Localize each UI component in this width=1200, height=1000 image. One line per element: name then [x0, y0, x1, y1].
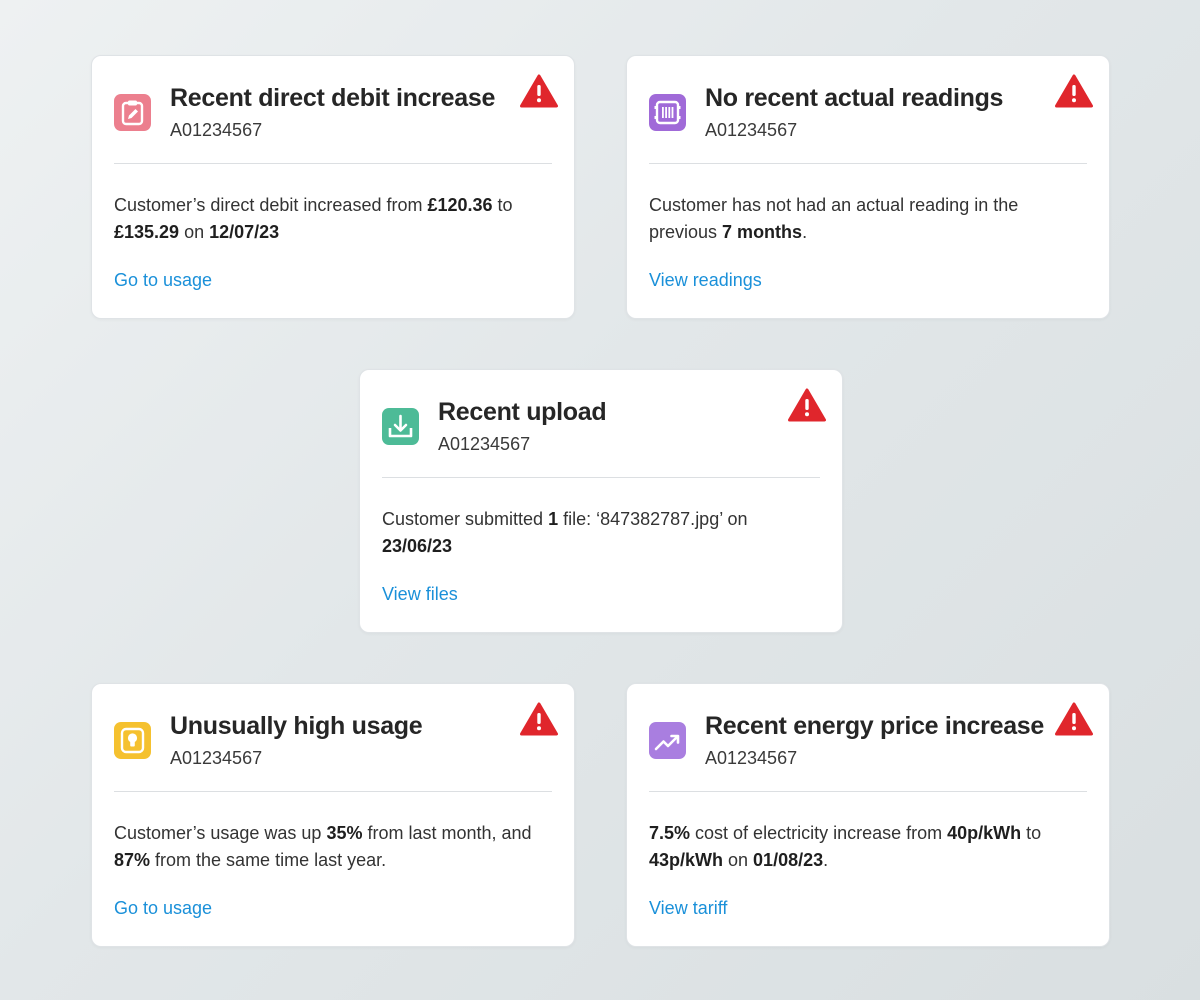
account-number: A01234567 — [438, 434, 531, 454]
description-text: on — [723, 850, 754, 870]
card-header: Unusually high usage A01234567 — [114, 702, 558, 792]
meter-icon — [649, 94, 686, 131]
emphasized-value: 35% — [326, 823, 363, 843]
description-text: . — [823, 850, 829, 870]
alert-card-no-readings: No recent actual readings A01234567 Cust… — [626, 55, 1110, 319]
account-number: A01234567 — [705, 120, 798, 140]
warning-icon — [520, 702, 558, 736]
view-files-link[interactable]: View files — [382, 584, 458, 605]
go-to-usage-link[interactable]: Go to usage — [114, 270, 212, 291]
account-number: A01234567 — [170, 748, 263, 768]
warning-icon — [520, 74, 558, 108]
alert-card-direct-debit: Recent direct debit increase A01234567 C… — [91, 55, 575, 319]
card-description: Customer submitted 1 file: ‘847382787.jp… — [382, 506, 808, 560]
description-text: to — [492, 195, 513, 215]
card-title: Recent direct debit increase — [170, 84, 496, 112]
view-tariff-link[interactable]: View tariff — [649, 898, 727, 919]
description-text: cost of electricity increase from — [690, 823, 948, 843]
alert-card-price-increase: Recent energy price increase A01234567 7… — [626, 683, 1110, 947]
card-description: Customer has not had an actual reading i… — [649, 192, 1075, 246]
alert-card-high-usage: Unusually high usage A01234567 Customer’… — [91, 683, 575, 947]
card-title: No recent actual readings — [705, 84, 1004, 112]
alert-card-recent-upload: Recent upload A01234567 Customer submitt… — [359, 369, 843, 633]
warning-icon — [1055, 74, 1093, 108]
card-header: No recent actual readings A01234567 — [649, 74, 1093, 164]
emphasized-value: £135.29 — [114, 222, 180, 242]
emphasized-value: 7 months — [722, 222, 803, 242]
card-title: Recent energy price increase — [705, 712, 1045, 740]
description-text: . — [802, 222, 808, 242]
warning-icon — [1055, 702, 1093, 736]
description-text: from the same time last year. — [150, 850, 387, 870]
trend-up-icon — [649, 722, 686, 759]
emphasized-value: 87% — [114, 850, 151, 870]
card-header: Recent direct debit increase A01234567 — [114, 74, 558, 164]
description-text: Customer has not had an actual reading i… — [649, 195, 1019, 242]
card-description: Customer’s usage was up 35% from last mo… — [114, 820, 540, 874]
description-text: on — [179, 222, 210, 242]
emphasized-value: 12/07/23 — [209, 222, 280, 242]
description-text: Customer’s usage was up — [114, 823, 327, 843]
card-description: Customer’s direct debit increased from £… — [114, 192, 540, 246]
emphasized-value: 7.5% — [649, 823, 691, 843]
go-to-usage-link[interactable]: Go to usage — [114, 898, 212, 919]
emphasized-value: £120.36 — [427, 195, 493, 215]
emphasized-value: 01/08/23 — [753, 850, 824, 870]
clipboard-edit-icon — [114, 94, 151, 131]
card-title: Unusually high usage — [170, 712, 423, 740]
emphasized-value: 1 — [548, 509, 559, 529]
description-text: to — [1021, 823, 1042, 843]
description-text: Customer’s direct debit increased from — [114, 195, 428, 215]
emphasized-value: 43p/kWh — [649, 850, 724, 870]
description-text: from last month, and — [362, 823, 532, 843]
account-number: A01234567 — [170, 120, 263, 140]
warning-icon — [788, 388, 826, 422]
card-header: Recent upload A01234567 — [382, 388, 826, 478]
account-number: A01234567 — [705, 748, 798, 768]
description-text: Customer submitted — [382, 509, 549, 529]
description-text: file: ‘847382787.jpg’ on — [558, 509, 748, 529]
lightbulb-icon — [114, 722, 151, 759]
card-header: Recent energy price increase A01234567 — [649, 702, 1093, 792]
download-tray-icon — [382, 408, 419, 445]
card-description: 7.5% cost of electricity increase from 4… — [649, 820, 1075, 874]
view-readings-link[interactable]: View readings — [649, 270, 762, 291]
card-title: Recent upload — [438, 398, 607, 426]
emphasized-value: 23/06/23 — [382, 536, 453, 556]
emphasized-value: 40p/kWh — [947, 823, 1022, 843]
